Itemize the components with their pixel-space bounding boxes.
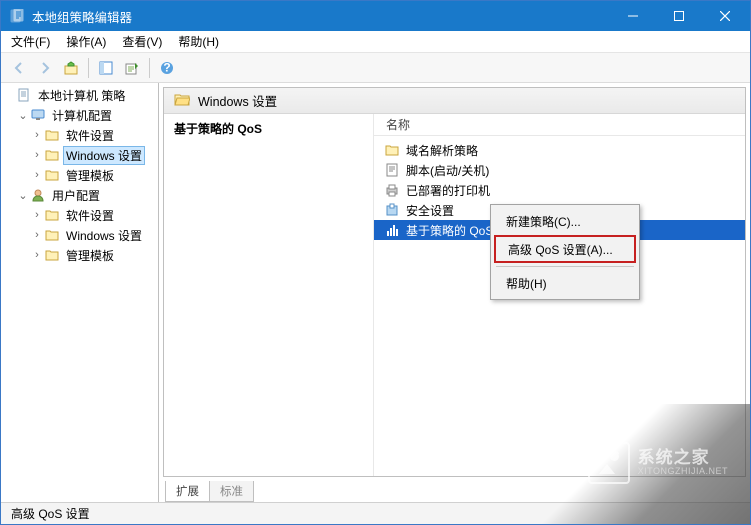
ctx-help[interactable]: 帮助(H) <box>494 270 636 296</box>
collapse-icon[interactable]: ⌄ <box>17 189 29 202</box>
menu-action[interactable]: 操作(A) <box>58 30 114 53</box>
menu-view[interactable]: 查看(V) <box>114 30 170 53</box>
tree-windows-settings[interactable]: › Windows 设置 <box>1 145 158 165</box>
tree-label: 本地计算机 策略 <box>35 86 128 105</box>
expand-icon[interactable]: › <box>31 249 43 261</box>
tree-label: 软件设置 <box>63 206 117 225</box>
toolbar-separator <box>149 58 150 78</box>
column-header-name[interactable]: 名称 <box>374 114 745 136</box>
expand-icon[interactable]: › <box>31 169 43 181</box>
tree-windows-settings[interactable]: › Windows 设置 <box>1 225 158 245</box>
policy-icon <box>16 87 32 103</box>
tree-label: 管理模板 <box>63 246 117 265</box>
detail-caption: 基于策略的 QoS <box>174 120 363 137</box>
ctx-advanced-qos[interactable]: 高级 QoS 设置(A)... <box>494 235 636 263</box>
tree-label: Windows 设置 <box>63 146 145 165</box>
right-pane: Windows 设置 基于策略的 QoS 名称 域名解析策略 <box>158 83 750 502</box>
expand-icon[interactable]: › <box>31 209 43 221</box>
context-menu: 新建策略(C)... 高级 QoS 设置(A)... 帮助(H) <box>490 204 640 300</box>
list-item-dns[interactable]: 域名解析策略 <box>374 140 745 160</box>
status-text: 高级 QoS 设置 <box>11 505 90 522</box>
list-item-label: 脚本(启动/关机) <box>406 162 489 179</box>
tab-extended[interactable]: 扩展 <box>165 481 210 502</box>
status-bar: 高级 QoS 设置 <box>1 502 750 524</box>
folder-open-icon <box>174 92 190 109</box>
collapse-icon[interactable]: ⌄ <box>17 109 29 122</box>
folder-icon <box>44 207 60 223</box>
list-item-label: 基于策略的 QoS <box>406 222 493 239</box>
tree-software-settings[interactable]: › 软件设置 <box>1 205 158 225</box>
folder-icon <box>44 167 60 183</box>
minimize-button[interactable] <box>610 1 656 31</box>
show-hide-tree-button[interactable] <box>94 56 118 80</box>
window-title: 本地组策略编辑器 <box>32 7 610 26</box>
list-item-scripts[interactable]: 脚本(启动/关机) <box>374 160 745 180</box>
svg-text:?: ? <box>163 61 170 75</box>
menu-file[interactable]: 文件(F) <box>3 30 58 53</box>
list-panel: 名称 域名解析策略 脚本(启动/关机) 已部署的打印机 <box>374 114 745 476</box>
list-item-label: 安全设置 <box>406 202 454 219</box>
content-header: Windows 设置 <box>164 88 745 114</box>
tree-label: 管理模板 <box>63 166 117 185</box>
toolbar-separator <box>88 58 89 78</box>
menu-bar: 文件(F) 操作(A) 查看(V) 帮助(H) <box>1 31 750 53</box>
back-button[interactable] <box>7 56 31 80</box>
tree-label: 软件设置 <box>63 126 117 145</box>
menu-help[interactable]: 帮助(H) <box>170 30 227 53</box>
tree-admin-templates[interactable]: › 管理模板 <box>1 245 158 265</box>
forward-button[interactable] <box>33 56 57 80</box>
expand-icon[interactable]: › <box>31 149 43 161</box>
folder-icon <box>384 142 400 158</box>
toolbar: ? <box>1 53 750 83</box>
tree-admin-templates[interactable]: › 管理模板 <box>1 165 158 185</box>
workspace: 本地计算机 策略 ⌄ 计算机配置 › 软件设置 › Windows 设置 › 管… <box>1 83 750 502</box>
export-list-button[interactable] <box>120 56 144 80</box>
detail-panel: 基于策略的 QoS <box>164 114 374 476</box>
folder-icon <box>44 227 60 243</box>
script-icon <box>384 162 400 178</box>
tree-label: 用户配置 <box>49 186 103 205</box>
app-icon <box>9 8 25 24</box>
security-icon <box>384 202 400 218</box>
tree-software-settings[interactable]: › 软件设置 <box>1 125 158 145</box>
tab-standard[interactable]: 标准 <box>209 481 254 502</box>
tree-pane[interactable]: 本地计算机 策略 ⌄ 计算机配置 › 软件设置 › Windows 设置 › 管… <box>1 83 159 502</box>
computer-icon <box>30 107 46 123</box>
help-button[interactable]: ? <box>155 56 179 80</box>
ctx-new-policy[interactable]: 新建策略(C)... <box>494 208 636 234</box>
ctx-separator <box>496 266 634 267</box>
printer-icon <box>384 182 400 198</box>
tree-label: 计算机配置 <box>49 106 115 125</box>
title-bar: 本地组策略编辑器 <box>1 1 750 31</box>
expand-icon[interactable]: › <box>31 229 43 241</box>
list-item-printers[interactable]: 已部署的打印机 <box>374 180 745 200</box>
user-icon <box>30 187 46 203</box>
window-controls <box>610 1 748 31</box>
maximize-button[interactable] <box>656 1 702 31</box>
list-item-label: 已部署的打印机 <box>406 182 490 199</box>
tree-computer-config[interactable]: ⌄ 计算机配置 <box>1 105 158 125</box>
close-button[interactable] <box>702 1 748 31</box>
tree-root[interactable]: 本地计算机 策略 <box>1 85 158 105</box>
tree-user-config[interactable]: ⌄ 用户配置 <box>1 185 158 205</box>
folder-icon <box>44 147 60 163</box>
folder-icon <box>44 127 60 143</box>
qos-icon <box>384 222 400 238</box>
list-item-label: 域名解析策略 <box>406 142 478 159</box>
tree-label: Windows 设置 <box>63 226 145 245</box>
expand-icon[interactable]: › <box>31 129 43 141</box>
folder-icon <box>44 247 60 263</box>
up-button[interactable] <box>59 56 83 80</box>
content-title: Windows 设置 <box>198 91 277 110</box>
footer-tabs: 扩展 标准 <box>159 480 750 502</box>
